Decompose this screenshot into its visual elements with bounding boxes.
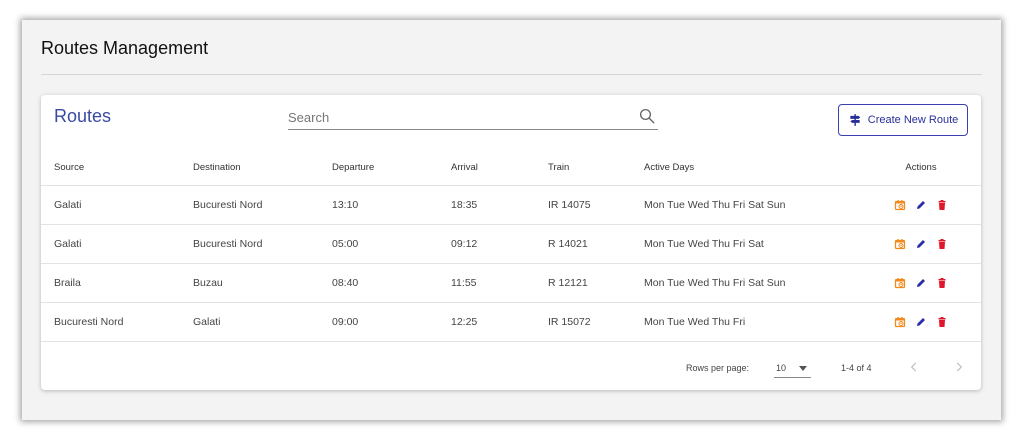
cell-train: IR 14075 [535,185,631,225]
header-actions: Actions [861,150,981,186]
cell-active-days: Mon Tue Wed Thu Fri Sat Sun [631,263,861,303]
cell-destination: Galati [180,302,319,342]
schedule-icon[interactable] [894,238,906,250]
cell-departure: 05:00 [319,224,438,264]
cell-actions [861,224,981,264]
delete-icon[interactable] [936,199,948,211]
cell-arrival: 12:25 [438,302,535,342]
delete-icon[interactable] [936,277,948,289]
caret-down-icon [799,366,807,371]
header-departure[interactable]: Departure [319,150,438,186]
cell-arrival: 11:55 [438,263,535,303]
create-new-route-button[interactable]: Create New Route [838,104,968,136]
delete-icon[interactable] [936,238,948,250]
edit-icon[interactable] [915,316,927,328]
cell-arrival: 18:35 [438,185,535,225]
chevron-right-icon[interactable] [952,359,966,375]
header-train[interactable]: Train [535,150,631,186]
cell-departure: 09:00 [319,302,438,342]
cell-train: IR 15072 [535,302,631,342]
table-header-row: Source Destination Departure Arrival Tra… [41,150,981,186]
pagination-range: 1-4 of 4 [841,363,872,373]
cell-train: R 14021 [535,224,631,264]
delete-icon[interactable] [936,316,948,328]
create-new-route-label: Create New Route [867,114,959,126]
cell-actions [861,263,981,303]
rows-per-page-select[interactable]: 10 [774,357,811,378]
table-row[interactable]: Galati Bucuresti Nord 05:00 09:12 R 1402… [41,224,981,264]
search-input[interactable] [288,107,628,127]
table-pagination: Rows per page: 10 1-4 of 4 [41,349,981,389]
cell-source: Galati [41,224,180,264]
schedule-icon[interactable] [894,277,906,289]
chevron-left-icon[interactable] [907,359,921,375]
cell-destination: Bucuresti Nord [180,185,319,225]
edit-icon[interactable] [915,199,927,211]
app-window: Routes Management Routes Create New Rout… [22,20,1001,420]
cell-train: R 12121 [535,263,631,303]
table-row[interactable]: Bucuresti Nord Galati 09:00 12:25 IR 150… [41,302,981,342]
header-arrival[interactable]: Arrival [438,150,535,186]
cell-actions [861,185,981,225]
cell-active-days: Mon Tue Wed Thu Fri Sat [631,224,861,264]
rows-per-page-label: Rows per page: [686,363,750,373]
header-source[interactable]: Source [41,150,180,186]
rows-per-page-value: 10 [776,363,787,373]
cell-arrival: 09:12 [438,224,535,264]
cell-departure: 13:10 [319,185,438,225]
search-box [288,107,658,130]
page-title: Routes Management [41,38,209,58]
cell-source: Galati [41,185,180,225]
signpost-icon [850,114,860,126]
cell-destination: Buzau [180,263,319,303]
header-active-days[interactable]: Active Days [631,150,861,186]
edit-icon[interactable] [915,277,927,289]
cell-active-days: Mon Tue Wed Thu Fri Sat Sun [631,185,861,225]
cell-destination: Bucuresti Nord [180,224,319,264]
schedule-icon[interactable] [894,199,906,211]
cell-departure: 08:40 [319,263,438,303]
table-row[interactable]: Galati Bucuresti Nord 13:10 18:35 IR 140… [41,185,981,225]
cell-active-days: Mon Tue Wed Thu Fri [631,302,861,342]
cell-actions [861,302,981,342]
table-row[interactable]: Braila Buzau 08:40 11:55 R 12121 Mon Tue… [41,263,981,303]
title-divider [41,74,982,75]
card-title: Routes [54,106,112,126]
cell-source: Braila [41,263,180,303]
schedule-icon[interactable] [894,316,906,328]
edit-icon[interactable] [915,238,927,250]
cell-source: Bucuresti Nord [41,302,180,342]
search-icon[interactable] [638,107,656,125]
routes-table: Source Destination Departure Arrival Tra… [41,150,981,342]
header-destination[interactable]: Destination [180,150,319,186]
routes-card: Routes Create New Route Sour [41,95,981,390]
